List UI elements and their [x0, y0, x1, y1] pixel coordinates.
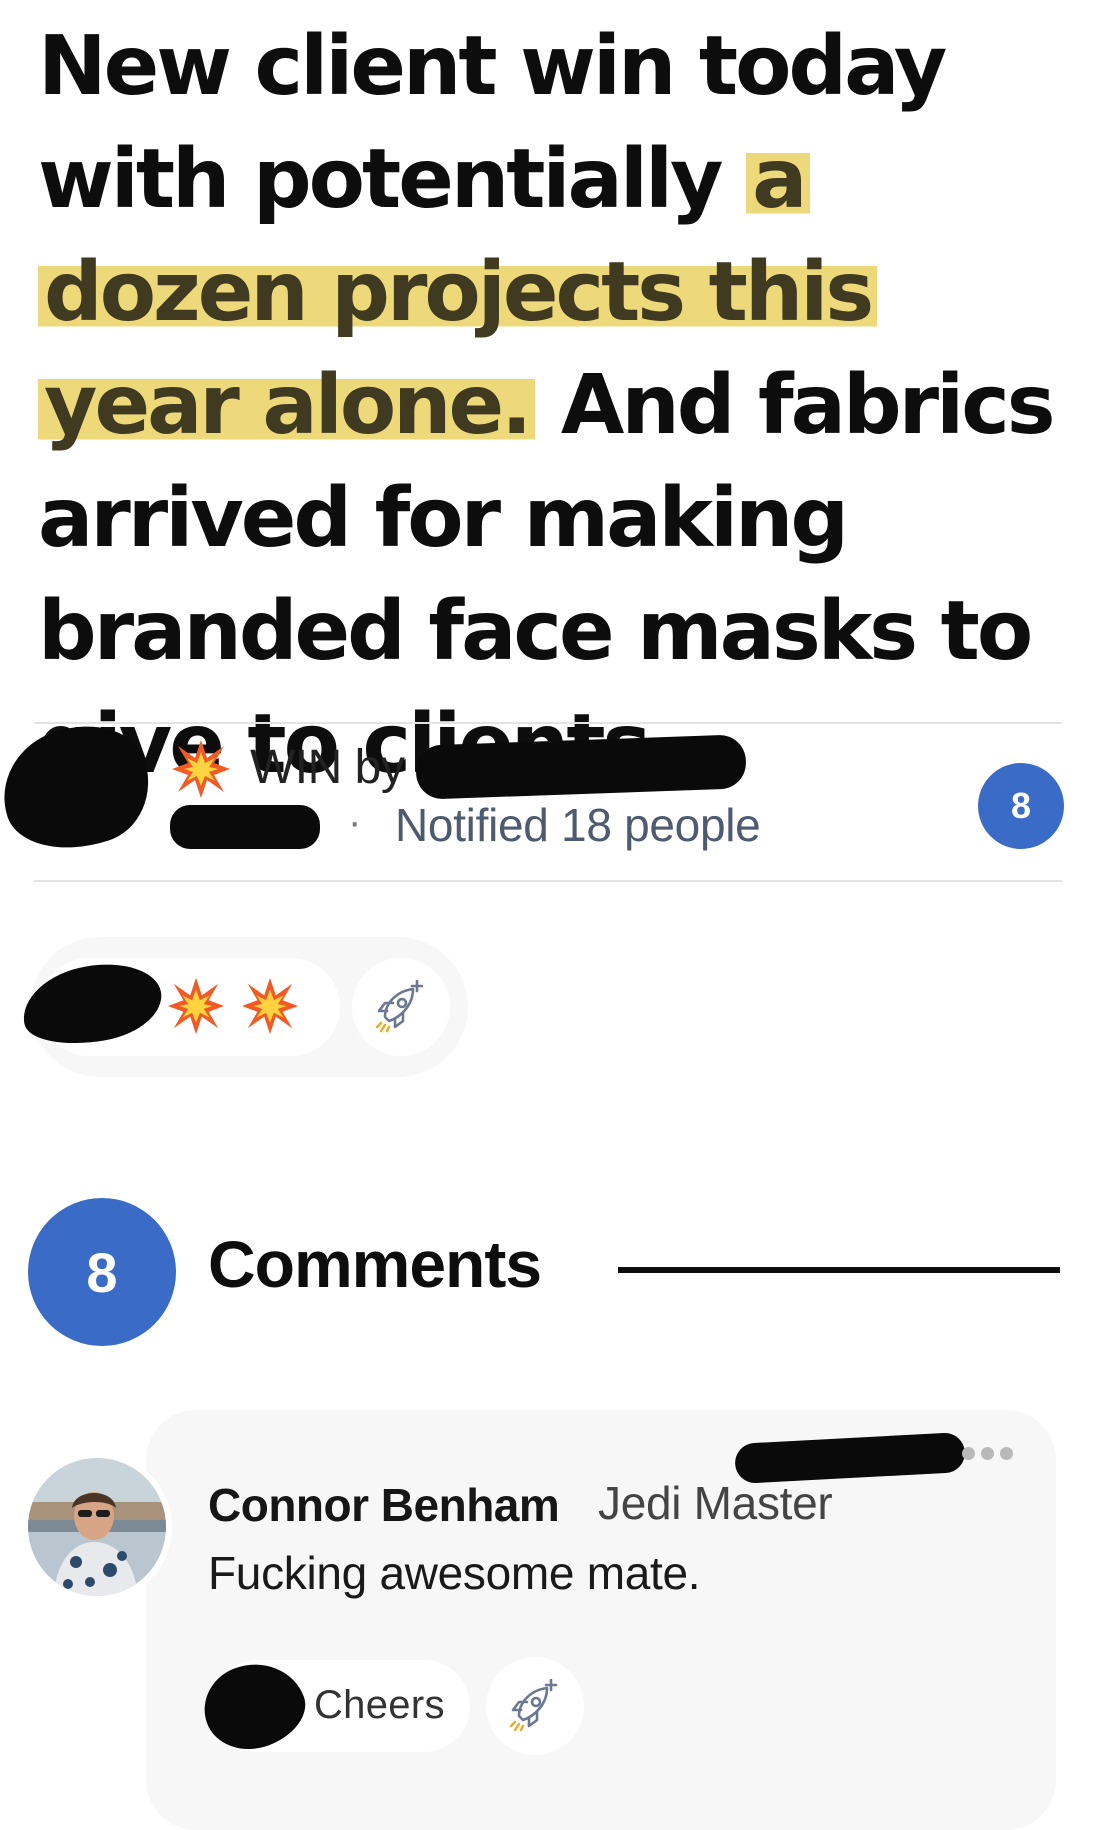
comments-count-badge: 8 — [28, 1198, 176, 1346]
comment-count-badge[interactable]: 8 — [978, 763, 1064, 849]
comments-heading: Comments — [208, 1227, 542, 1301]
comment-add-reaction-button[interactable] — [486, 1657, 584, 1755]
collision-emoji-icon — [167, 977, 225, 1035]
rocket-plus-icon — [509, 1678, 558, 1732]
comment-body: Fucking awesome mate. — [208, 1547, 701, 1599]
comments-heading-rule — [618, 1267, 1060, 1273]
collision-emoji-icon — [172, 740, 230, 798]
redacted-author-name-2 — [170, 805, 320, 849]
more-options-button[interactable] — [962, 1443, 1024, 1463]
avatar-photo — [28, 1458, 166, 1596]
post-headline: New client win today with potentially a … — [38, 10, 1078, 801]
commenter-role: Jedi Master — [598, 1477, 833, 1529]
bottom-divider — [34, 880, 1062, 882]
collision-emoji-icon — [241, 977, 299, 1035]
commenter-name[interactable]: Connor Benham — [208, 1478, 560, 1532]
win-by-label: WIN by — [250, 741, 405, 794]
rocket-plus-icon — [375, 979, 424, 1033]
more-dots-icon — [962, 1446, 975, 1460]
commenter-avatar[interactable] — [22, 1452, 172, 1602]
redacted-author-name — [415, 734, 747, 800]
separator-dot: · — [348, 800, 362, 844]
comment-reaction-label: Cheers — [314, 1683, 445, 1727]
notified-count-label: Notified 18 people — [395, 799, 761, 851]
top-divider — [34, 722, 1062, 724]
add-reaction-button[interactable] — [352, 958, 450, 1056]
